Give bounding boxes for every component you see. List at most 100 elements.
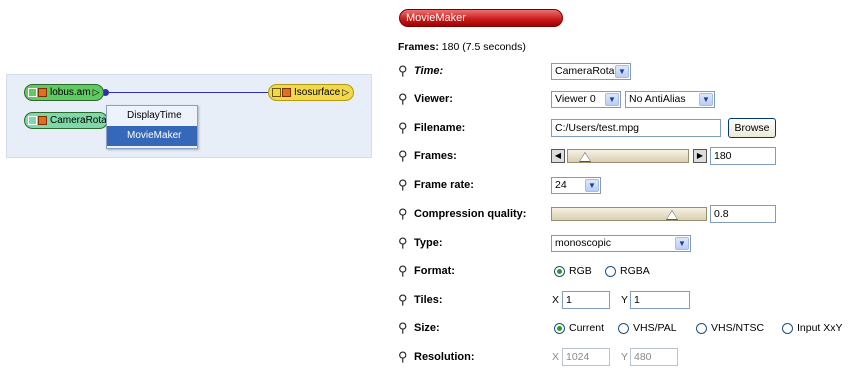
port-label: Type: bbox=[414, 237, 443, 249]
chevron-down-icon[interactable]: ▼ bbox=[615, 65, 629, 78]
radio-unselected-icon[interactable] bbox=[605, 265, 616, 277]
checkbox-icon[interactable] bbox=[28, 116, 37, 125]
frames-info: Frames: 180 (7.5 seconds) bbox=[398, 41, 526, 53]
radio-input-xy[interactable]: Input XxY bbox=[782, 322, 843, 334]
port-type: ⚲ Type: monoscopic ▼ bbox=[396, 233, 848, 253]
antialias-select[interactable]: No AntiAlias ▼ bbox=[625, 91, 715, 108]
select-value: Viewer 0 bbox=[555, 93, 596, 105]
port-frames: ⚲ Frames: ◀ ▶ 180 bbox=[396, 146, 848, 166]
tiles-y-label: Y bbox=[621, 294, 629, 306]
pin-icon[interactable]: ⚲ bbox=[398, 320, 410, 336]
filename-input[interactable]: C:/Users/test.mpg bbox=[551, 119, 721, 137]
radio-unselected-icon[interactable] bbox=[618, 322, 629, 334]
port-label: Frames: bbox=[414, 150, 457, 162]
compression-input[interactable]: 0.8 bbox=[710, 205, 776, 223]
node-camerarotate[interactable]: CameraRotate bbox=[24, 112, 108, 129]
pin-icon[interactable]: ⚲ bbox=[398, 292, 410, 308]
select-value: 24 bbox=[555, 179, 567, 191]
viewer-select[interactable]: Viewer 0 ▼ bbox=[551, 91, 621, 108]
port-time: ⚲ Time: CameraRotate ▼ bbox=[396, 61, 848, 81]
resolution-y-label: Y bbox=[621, 351, 629, 363]
select-value: No AntiAlias bbox=[629, 93, 686, 105]
port-label: Size: bbox=[414, 322, 440, 334]
pin-icon[interactable]: ⚲ bbox=[398, 206, 410, 222]
step-left-icon[interactable]: ◀ bbox=[551, 149, 565, 163]
pin-icon[interactable]: ⚲ bbox=[398, 263, 410, 279]
pin-icon[interactable]: ⚲ bbox=[398, 120, 410, 136]
port-filename: ⚲ Filename: C:/Users/test.mpg Browse bbox=[396, 118, 848, 138]
select-value: CameraRotate bbox=[555, 65, 624, 77]
frames-input[interactable]: 180 bbox=[710, 147, 776, 165]
radio-vhs-pal[interactable]: VHS/PAL bbox=[618, 322, 677, 334]
type-select[interactable]: monoscopic ▼ bbox=[551, 235, 691, 252]
tiles-y-input[interactable]: 1 bbox=[630, 291, 690, 309]
radio-label: VHS/PAL bbox=[633, 322, 677, 334]
chevron-down-icon[interactable]: ▼ bbox=[585, 179, 599, 192]
radio-label: VHS/NTSC bbox=[711, 322, 765, 334]
node-isosurface[interactable]: Isosurface ▷ bbox=[268, 84, 354, 101]
slider-thumb[interactable] bbox=[666, 210, 678, 220]
radio-label: Input XxY bbox=[797, 322, 843, 334]
visibility-toggle-icon[interactable] bbox=[38, 88, 47, 97]
radio-rgb[interactable]: RGB bbox=[554, 265, 592, 277]
step-right-icon[interactable]: ▶ bbox=[693, 149, 707, 163]
port-label: Resolution: bbox=[414, 351, 475, 363]
pin-icon[interactable]: ⚲ bbox=[398, 349, 410, 365]
pin-icon[interactable]: ⚲ bbox=[398, 91, 410, 107]
slider-thumb[interactable] bbox=[579, 152, 591, 162]
node-label: CameraRotate bbox=[50, 115, 107, 126]
port-label: Compression quality: bbox=[414, 208, 527, 220]
tiles-x-input[interactable]: 1 bbox=[562, 291, 610, 309]
compression-slider[interactable] bbox=[551, 207, 707, 221]
radio-selected-icon[interactable] bbox=[554, 265, 565, 277]
module-title[interactable]: MovieMaker bbox=[399, 9, 563, 27]
port-label: Tiles: bbox=[414, 294, 443, 306]
radio-unselected-icon[interactable] bbox=[696, 322, 707, 334]
radio-label: RGBA bbox=[620, 265, 650, 277]
time-select[interactable]: CameraRotate ▼ bbox=[551, 63, 631, 80]
resolution-y-input[interactable]: 480 bbox=[630, 348, 678, 366]
checkbox-icon[interactable] bbox=[272, 88, 281, 97]
radio-unselected-icon[interactable] bbox=[782, 322, 793, 334]
browse-button[interactable]: Browse bbox=[728, 118, 776, 138]
framerate-select[interactable]: 24 ▼ bbox=[551, 177, 601, 194]
port-label: Filename: bbox=[414, 122, 466, 134]
frames-slider[interactable] bbox=[567, 149, 689, 163]
triangle-right-icon: ▷ bbox=[342, 87, 350, 97]
radio-label: RGB bbox=[569, 265, 592, 277]
port-label: Time: bbox=[414, 65, 444, 77]
port-viewer: ⚲ Viewer: Viewer 0 ▼ No AntiAlias ▼ bbox=[396, 89, 848, 109]
port-size: ⚲ Size: Current VHS/PAL VHS/NTSC Input X… bbox=[396, 318, 848, 338]
radio-rgba[interactable]: RGBA bbox=[605, 265, 650, 277]
port-label: Format: bbox=[414, 265, 455, 277]
resolution-x-input[interactable]: 1024 bbox=[562, 348, 610, 366]
menu-item-displaytime[interactable]: DisplayTime bbox=[107, 106, 197, 126]
visibility-toggle-icon[interactable] bbox=[282, 88, 291, 97]
select-value: monoscopic bbox=[555, 237, 612, 249]
port-framerate: ⚲ Frame rate: 24 ▼ bbox=[396, 175, 848, 195]
port-tiles: ⚲ Tiles: X 1 Y 1 bbox=[396, 290, 848, 310]
pin-icon[interactable]: ⚲ bbox=[398, 177, 410, 193]
tiles-x-label: X bbox=[552, 294, 560, 306]
port-label: Viewer: bbox=[414, 93, 453, 105]
port-resolution: ⚲ Resolution: X 1024 Y 480 bbox=[396, 347, 848, 367]
pin-icon[interactable]: ⚲ bbox=[398, 235, 410, 251]
visibility-toggle-icon[interactable] bbox=[38, 116, 47, 125]
radio-vhs-ntsc[interactable]: VHS/NTSC bbox=[696, 322, 764, 334]
properties-panel: MovieMaker Frames: 180 (7.5 seconds) ⚲ T… bbox=[396, 0, 848, 376]
pin-icon[interactable]: ⚲ bbox=[398, 148, 410, 164]
pin-icon[interactable]: ⚲ bbox=[398, 63, 410, 79]
node-lobus[interactable]: lobus.am ▷ bbox=[24, 84, 104, 101]
chevron-down-icon[interactable]: ▼ bbox=[699, 93, 713, 106]
chevron-down-icon[interactable]: ▼ bbox=[605, 93, 619, 106]
radio-selected-icon[interactable] bbox=[554, 322, 565, 334]
checkbox-icon[interactable] bbox=[28, 88, 37, 97]
node-label: lobus.am bbox=[50, 87, 91, 98]
resolution-x-label: X bbox=[552, 351, 560, 363]
chevron-down-icon[interactable]: ▼ bbox=[675, 237, 689, 250]
menu-item-moviemaker[interactable]: MovieMaker bbox=[107, 126, 197, 146]
port-label: Frame rate: bbox=[414, 179, 474, 191]
context-menu: DisplayTime MovieMaker bbox=[106, 105, 198, 149]
connection-line bbox=[108, 92, 268, 93]
radio-current[interactable]: Current bbox=[554, 322, 604, 334]
